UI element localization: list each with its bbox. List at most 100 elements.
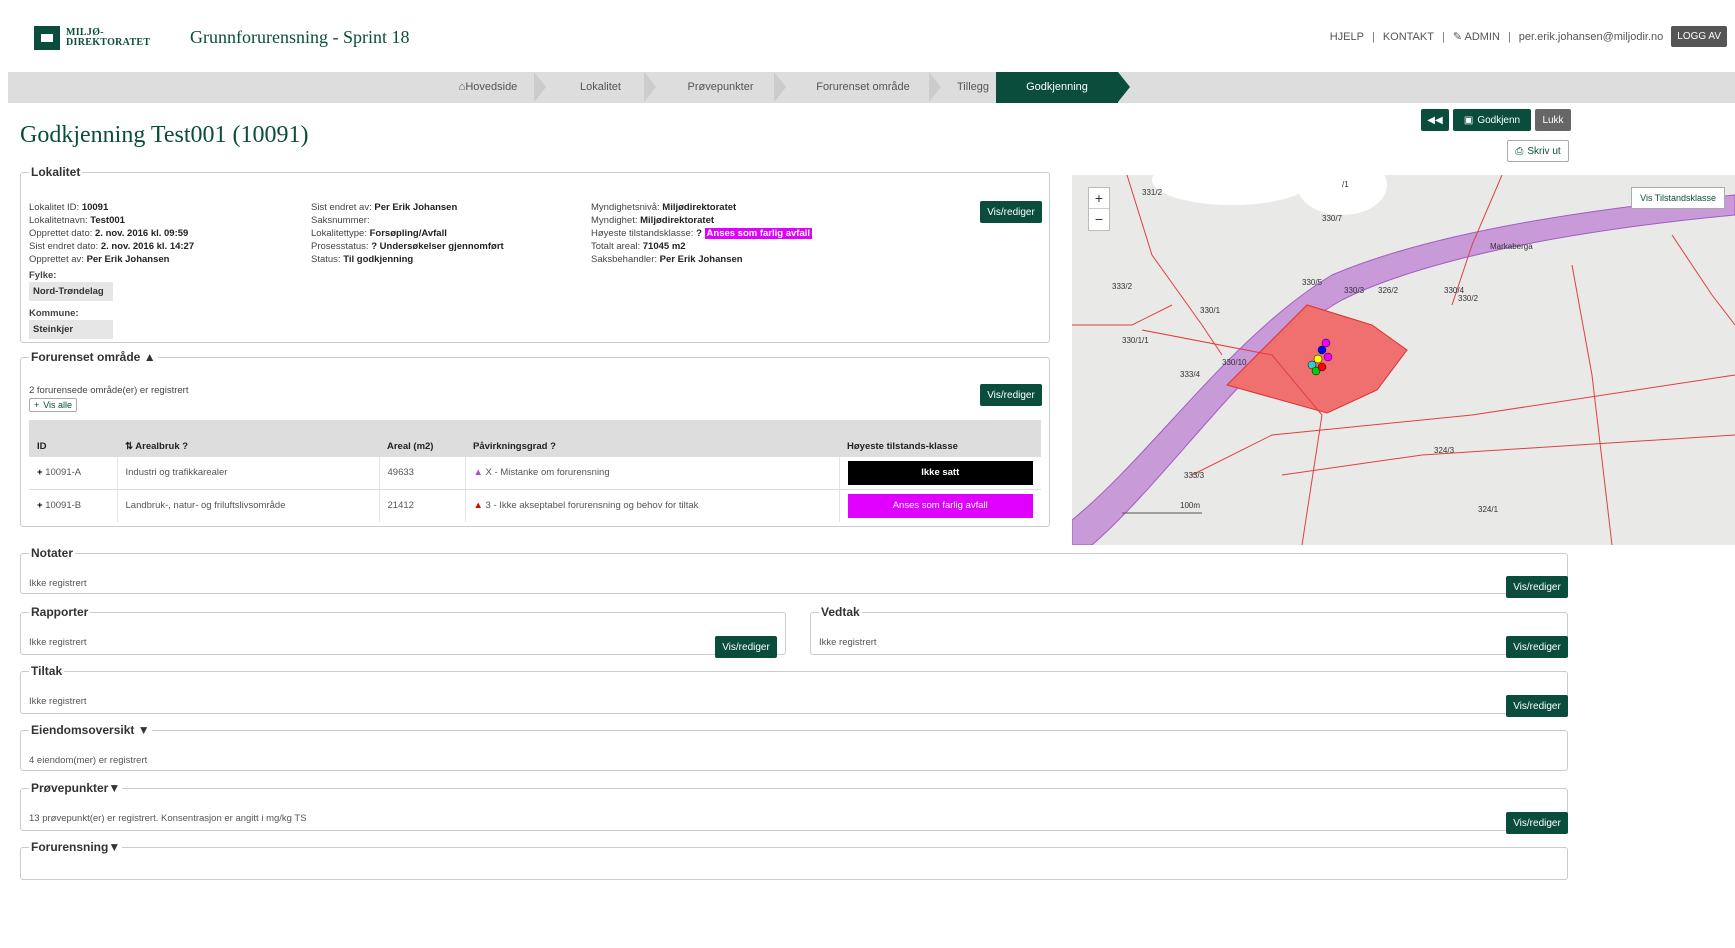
table-row[interactable]: + 10091-B Landbruk-, natur- og friluftsl…	[29, 488, 1041, 522]
caret-down-icon: ▼	[137, 723, 150, 737]
expand-icon[interactable]: +	[37, 467, 43, 478]
forurenset-edit-button[interactable]: Vis/rediger	[980, 384, 1042, 406]
question-icon: ?	[182, 440, 189, 452]
col-arealbruk[interactable]: ⇅ Arealbruk ?	[117, 420, 379, 456]
provepunkter-edit-button[interactable]: Vis/rediger	[1506, 812, 1568, 834]
back-button[interactable]: ◀◀	[1421, 109, 1449, 131]
svg-text:333/4: 333/4	[1180, 370, 1201, 379]
lokalitet-edit-button[interactable]: Vis/rediger	[980, 201, 1042, 223]
notater-section: Notater Ikke registrert Vis/rediger	[20, 546, 1568, 598]
table-row[interactable]: + 10091-A Industri og trafikkarealer 496…	[29, 455, 1041, 489]
svg-text:330/2: 330/2	[1458, 294, 1479, 303]
col-areal[interactable]: Areal (m2)	[379, 420, 465, 456]
forurensning-section: Forurensning▼	[20, 840, 1568, 880]
caret-down-icon: ▼	[108, 840, 121, 854]
forurenset-legend[interactable]: Forurenset område ▲	[29, 350, 158, 364]
zoom-in-button[interactable]: +	[1089, 188, 1109, 209]
forurenset-table: ID ⇅ Arealbruk ? Areal (m2) Påvirkningsg…	[29, 420, 1041, 522]
help-link[interactable]: HJELP	[1330, 31, 1364, 43]
eiendom-legend[interactable]: Eiendomsoversikt ▼	[29, 723, 152, 737]
provepunkter-section: Prøvepunkter▼ 13 prøvepunkt(er) er regis…	[20, 781, 1568, 834]
highest-class-badge: Anses som farlig avfall	[704, 228, 813, 239]
save-icon: ▣	[1463, 114, 1474, 126]
col-klasse[interactable]: Høyeste tilstands-klasse	[839, 420, 1041, 456]
approve-button[interactable]: ▣ Godkjenn	[1453, 109, 1531, 131]
rapporter-edit-button[interactable]: Vis/rediger	[715, 636, 777, 658]
svg-text:100m: 100m	[1180, 501, 1200, 510]
lokalitet-col1: Lokalitet ID: 10091 Lokalitetnavn: Test0…	[29, 202, 195, 265]
page-title: Godkjenning Test001 (10091)	[20, 122, 309, 148]
contact-link[interactable]: KONTAKT	[1383, 31, 1434, 43]
status-badge: Anses som farlig avfall	[847, 493, 1033, 518]
svg-text:/1: /1	[1342, 180, 1349, 189]
wizard-nav: ⌂Hovedside Lokalitet Prøvepunkter Forure…	[8, 72, 1735, 103]
tiltak-edit-button[interactable]: Vis/rediger	[1506, 695, 1568, 717]
map-view[interactable]: 331/2 /1 330/7 330/5 330/3 326/2 330/4 3…	[1072, 175, 1735, 545]
forurensning-legend[interactable]: Forurensning▼	[29, 840, 122, 854]
lokalitet-col3: Myndighetsnivå: Miljødirektoratet Myndig…	[591, 202, 813, 265]
top-bar: MILJØ- DIREKTORATET Grunnforurensning - …	[0, 0, 1735, 72]
svg-text:333/3: 333/3	[1184, 471, 1205, 480]
col-pavirkningsgrad[interactable]: Påvirkningsgrad ?	[465, 420, 839, 456]
svg-text:330/5: 330/5	[1302, 278, 1323, 287]
wrench-icon: ✎	[1452, 31, 1463, 43]
show-all-button[interactable]: + Vis alle	[29, 398, 77, 412]
zoom-out-button[interactable]: −	[1089, 209, 1109, 230]
admin-link[interactable]: ✎ ADMIN	[1453, 30, 1500, 43]
logo-mark	[34, 26, 60, 50]
caret-up-icon: ▲	[143, 350, 156, 364]
tiltak-section: Tiltak Ikke registrert Vis/rediger	[20, 664, 1568, 717]
close-button[interactable]: Lukk	[1535, 109, 1571, 131]
logout-button[interactable]: LOGG AV	[1671, 26, 1727, 47]
forurenset-section: Forurenset område ▲ 2 forurensede område…	[20, 350, 1050, 527]
nav-lokalitet[interactable]: Lokalitet	[548, 72, 653, 103]
vedtak-section: Vedtak Ikke registrert Vis/rediger	[810, 605, 1568, 658]
sort-icon: ⇅	[125, 440, 133, 452]
notater-edit-button[interactable]: Vis/rediger	[1506, 576, 1568, 598]
show-condition-class-button[interactable]: Vis Tilstandsklasse	[1631, 187, 1725, 209]
print-button[interactable]: ⎙ Skriv ut	[1507, 140, 1569, 162]
lokalitet-legend: Lokalitet	[31, 165, 81, 179]
map-canvas[interactable]: 331/2 /1 330/7 330/5 330/3 326/2 330/4 3…	[1072, 175, 1735, 545]
svg-text:333/2: 333/2	[1112, 282, 1133, 291]
triangle-icon: ▲	[473, 467, 483, 478]
svg-text:330/7: 330/7	[1322, 214, 1343, 223]
status-badge: Ikke satt	[847, 460, 1033, 485]
expand-icon[interactable]: +	[37, 500, 43, 511]
svg-text:330/1: 330/1	[1200, 306, 1221, 315]
tiltak-legend: Tiltak	[31, 664, 63, 678]
fylke-group: Fylke: Nord-Trøndelag	[29, 269, 113, 301]
svg-text:324/3: 324/3	[1434, 446, 1455, 455]
fylke-value: Nord-Trøndelag	[29, 282, 113, 301]
user-email: per.erik.johansen@miljodir.no	[1518, 30, 1664, 43]
nav-forurenset-omrade[interactable]: Forurenset område	[788, 72, 938, 103]
rapporter-section: Rapporter Ikke registrert Vis/rediger	[20, 605, 786, 658]
question-icon[interactable]: ?	[696, 228, 702, 239]
print-icon: ⎙	[1515, 145, 1524, 157]
vedtak-edit-button[interactable]: Vis/rediger	[1506, 636, 1568, 658]
question-icon: ?	[550, 440, 556, 452]
svg-text:Markaberga: Markaberga	[1490, 242, 1533, 251]
app-title: Grunnforurensning - Sprint 18	[190, 27, 410, 47]
kommune-value: Steinkjer	[29, 320, 113, 339]
kommune-group: Kommune: Steinkjer	[29, 307, 113, 339]
svg-text:330/1/1: 330/1/1	[1122, 336, 1149, 345]
nav-tillegg[interactable]: Tillegg	[943, 72, 1003, 103]
nav-hovedside[interactable]: ⌂Hovedside	[433, 72, 543, 103]
nav-godkjenning[interactable]: Godkjenning	[996, 72, 1118, 103]
top-links: HJELP | KONTAKT | ✎ ADMIN | per.erik.joh…	[1330, 26, 1727, 47]
eiendom-section: Eiendomsoversikt ▼ 4 eiendom(mer) er reg…	[20, 723, 1568, 771]
question-icon[interactable]: ?	[371, 241, 377, 252]
svg-text:326/2: 326/2	[1378, 286, 1399, 295]
svg-text:324/1: 324/1	[1478, 505, 1499, 514]
svg-text:331/2: 331/2	[1142, 188, 1163, 197]
nav-provepunkter[interactable]: Prøvepunkter	[658, 72, 783, 103]
page-actions: ◀◀ ▣ Godkjenn Lukk	[1421, 109, 1571, 131]
lokalitet-section: Lokalitet Lokalitet ID: 10091 Lokalitetn…	[20, 165, 1050, 343]
col-id[interactable]: ID	[29, 420, 117, 456]
provepunkter-legend[interactable]: Prøvepunkter▼	[29, 781, 122, 795]
vedtak-legend: Vedtak	[821, 605, 860, 619]
logo-line2: DIREKTORATET	[66, 37, 151, 48]
plus-icon: +	[33, 400, 40, 410]
miljodirektoratet-logo[interactable]: MILJØ- DIREKTORATET	[34, 26, 150, 50]
